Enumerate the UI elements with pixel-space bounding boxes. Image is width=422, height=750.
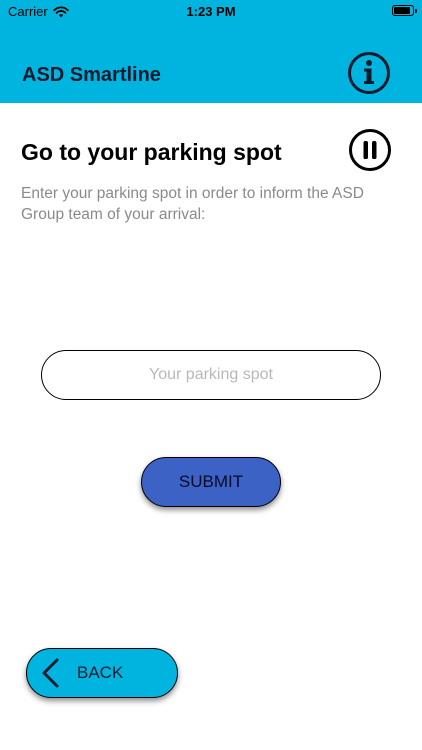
back-button[interactable]: BACK [26, 648, 178, 698]
battery-icon [392, 5, 417, 16]
chevron-left-icon [42, 658, 59, 688]
status-time: 1:23 PM [186, 4, 236, 19]
info-icon[interactable] [347, 51, 391, 95]
back-label: BACK [77, 663, 124, 682]
pause-icon[interactable] [348, 128, 392, 172]
instructions-text: Enter your parking spot in order to info… [21, 185, 364, 223]
status-bar: Carrier 1:23 PM [0, 0, 422, 24]
page-title: Go to your parking spot [21, 139, 282, 165]
parking-spot-input[interactable] [41, 350, 381, 400]
app-header: Carrier 1:23 PM ASD Smartline [0, 0, 422, 103]
app-title: ASD Smartline [22, 64, 161, 86]
submit-button[interactable]: SUBMIT [141, 457, 281, 507]
